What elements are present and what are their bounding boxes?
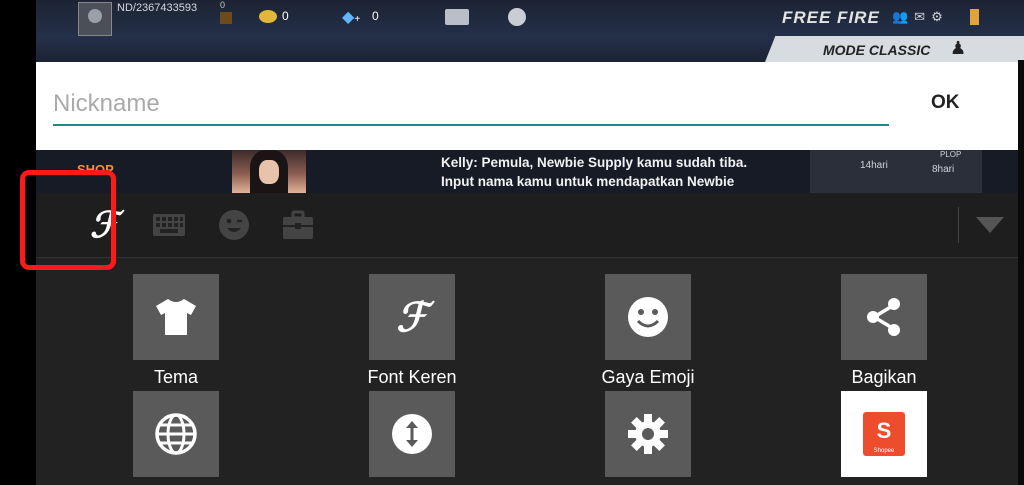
diamond-plus: + bbox=[354, 14, 361, 25]
theme-label: Tema bbox=[153, 367, 198, 387]
coin-count: 0 bbox=[282, 9, 289, 23]
emoji-style-button[interactable] bbox=[605, 274, 691, 360]
language-button[interactable] bbox=[133, 391, 219, 477]
tshirt-icon bbox=[156, 299, 196, 335]
nickname-input[interactable] bbox=[53, 84, 889, 126]
shopee-logo: S Shopee bbox=[863, 412, 905, 456]
nickname-dialog: OK bbox=[36, 62, 1024, 150]
diamond-count: 0 bbox=[372, 9, 379, 23]
share-label: Bagikan bbox=[851, 367, 917, 387]
keyboard-toolbar: ℱ bbox=[36, 193, 1018, 258]
shopee-button[interactable]: S Shopee bbox=[841, 391, 927, 477]
emoji-tool-button[interactable] bbox=[216, 193, 252, 257]
share-icon bbox=[867, 298, 900, 336]
mode-figure-icon: ♟ bbox=[950, 38, 967, 58]
smiley-icon bbox=[628, 297, 668, 337]
reward-duration-2: 8hari bbox=[932, 164, 955, 175]
resize-button[interactable] bbox=[369, 391, 455, 477]
collapse-keyboard-button[interactable] bbox=[972, 210, 1008, 240]
emoji-icon bbox=[219, 210, 249, 240]
right-edge-bar bbox=[1018, 60, 1024, 485]
kelly-character-portrait bbox=[232, 150, 306, 193]
ok-button[interactable]: OK bbox=[931, 92, 960, 114]
player-avatar[interactable] bbox=[78, 2, 112, 36]
settings-button[interactable] bbox=[605, 391, 691, 477]
battery-icon bbox=[970, 9, 979, 25]
globe-icon bbox=[155, 413, 197, 455]
highlight-frame bbox=[20, 170, 116, 270]
gear-icon bbox=[628, 414, 668, 454]
rank-badge: 0 bbox=[220, 0, 238, 30]
mode-label: MODE CLASSIC bbox=[823, 42, 931, 58]
font-label: Font Keren bbox=[367, 367, 457, 387]
font-icon: ℱ bbox=[396, 293, 428, 341]
share-button[interactable] bbox=[841, 274, 927, 360]
tutorial-line-2: Input nama kamu untuk mendapatkan Newbie bbox=[441, 174, 735, 189]
free-fire-logo: FREE FIRE bbox=[782, 8, 880, 27]
diamond-icon[interactable]: ◆+ bbox=[342, 7, 360, 27]
shopee-text: Shopee bbox=[873, 448, 895, 454]
toolbox-tool-button[interactable] bbox=[280, 193, 316, 257]
tutorial-text: Kelly: Pemula, Newbie Supply kamu sudah … bbox=[441, 153, 747, 191]
membership-card-icon[interactable] bbox=[445, 9, 469, 25]
friends-mail-settings-icons[interactable]: 👥✉⚙ bbox=[892, 9, 949, 25]
reward-tag: PLOP bbox=[940, 150, 962, 159]
tutorial-line-1: Kelly: Pemula, Newbie Supply kamu sudah … bbox=[441, 155, 748, 170]
rank-shield-icon bbox=[220, 12, 232, 24]
toolbar-divider bbox=[958, 207, 959, 243]
font-button[interactable]: ℱ bbox=[369, 274, 455, 360]
toolbox-icon bbox=[283, 210, 313, 239]
emoji-style-label: Gaya Emoji bbox=[601, 367, 695, 387]
theme-button[interactable] bbox=[133, 274, 219, 360]
rank-value: 0 bbox=[220, 0, 226, 10]
resize-arrows-icon bbox=[392, 414, 432, 454]
shopee-letter: S bbox=[876, 418, 892, 443]
keyboard-tool-button[interactable] bbox=[149, 193, 189, 257]
reward-duration-1: 14hari bbox=[860, 160, 888, 171]
keyboard-icon bbox=[153, 214, 185, 236]
speedometer-icon[interactable] bbox=[508, 8, 526, 26]
gold-coin-icon bbox=[259, 10, 277, 23]
player-id: ND/2367433593 bbox=[117, 2, 198, 14]
collapse-triangle-icon bbox=[976, 217, 1004, 233]
